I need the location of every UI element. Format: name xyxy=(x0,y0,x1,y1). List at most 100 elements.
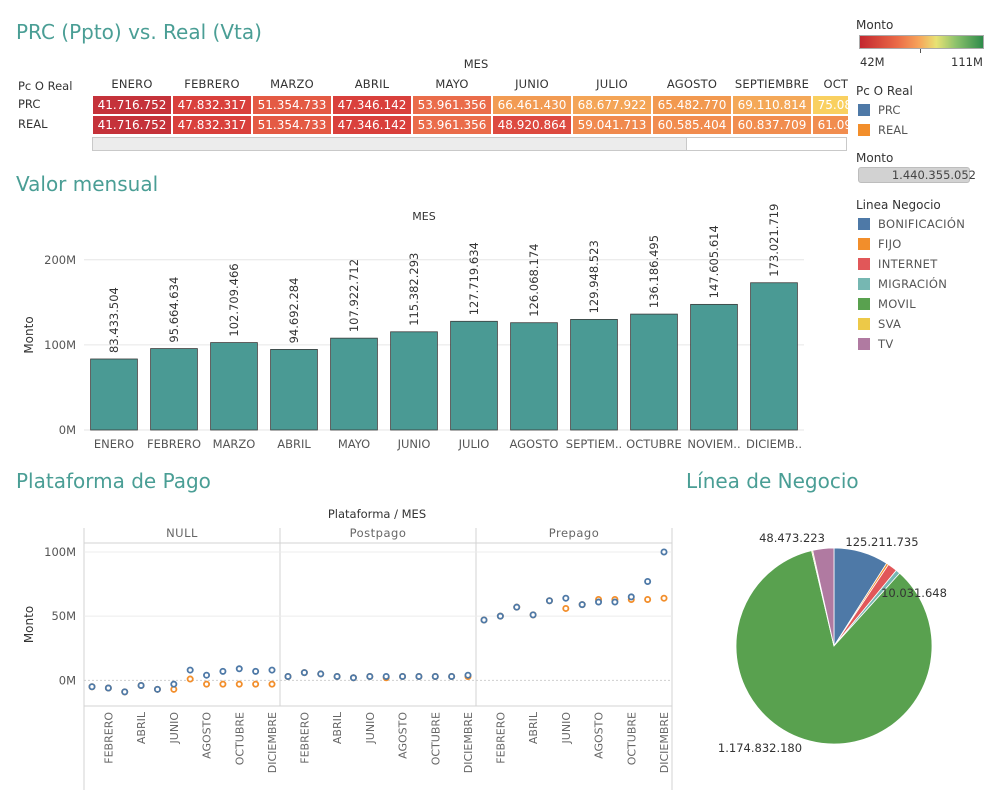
heatmap-cell[interactable]: 60.837.709 xyxy=(732,115,812,135)
heatmap-scrollbar[interactable] xyxy=(92,137,847,151)
heatmap-cell[interactable]: 48.920.864 xyxy=(492,115,572,135)
heatmap-cell[interactable]: 53.961.356 xyxy=(412,115,492,135)
scatter-point[interactable] xyxy=(496,612,504,620)
scatter-point[interactable] xyxy=(268,666,276,674)
heatmap-cell[interactable]: 47.346.142 xyxy=(332,115,412,135)
legend-linea-item[interactable]: SVA xyxy=(858,317,901,331)
scatter-point[interactable] xyxy=(349,674,357,682)
legend-linea-item[interactable]: MOVIL xyxy=(858,297,916,311)
scatter-point[interactable] xyxy=(448,672,456,680)
scatter-point[interactable] xyxy=(578,601,586,609)
scatter-point[interactable] xyxy=(170,680,178,688)
bar[interactable] xyxy=(630,313,678,431)
scatter-point[interactable] xyxy=(186,675,194,683)
scatter-point[interactable] xyxy=(235,680,243,688)
scatter-x-tick: JUNIO xyxy=(364,712,377,745)
scatter-point[interactable] xyxy=(88,683,96,691)
bar[interactable] xyxy=(270,349,318,431)
scatter-point[interactable] xyxy=(480,616,488,624)
scatter-point[interactable] xyxy=(121,688,129,696)
heatmap-mes-header: MES xyxy=(463,57,489,71)
scatter-point[interactable] xyxy=(235,665,243,673)
heatmap-cell[interactable]: 41.716.752 xyxy=(92,95,172,115)
legend-pc-item[interactable]: PRC xyxy=(858,103,900,117)
scatter-x-tick: DICIEMBRE xyxy=(462,712,475,773)
heatmap-cell[interactable]: 69.110.814 xyxy=(732,95,812,115)
scatter-point[interactable] xyxy=(431,672,439,680)
scatter-point[interactable] xyxy=(611,598,619,606)
heatmap-month-header: MAYO xyxy=(435,77,469,91)
heatmap-cell[interactable]: 47.346.142 xyxy=(332,95,412,115)
bar[interactable] xyxy=(750,282,798,431)
scatter-point[interactable] xyxy=(529,611,537,619)
scatter-point[interactable] xyxy=(382,672,390,680)
scatter-point[interactable] xyxy=(660,548,668,556)
bar[interactable] xyxy=(690,303,738,431)
scatter-point[interactable] xyxy=(317,670,325,678)
scatter-point[interactable] xyxy=(203,680,211,688)
scatter-point[interactable] xyxy=(219,680,227,688)
bar-x-tick: OCTUBRE xyxy=(626,437,682,451)
bar[interactable] xyxy=(210,342,258,431)
heatmap-cell[interactable]: 60.585.404 xyxy=(652,115,732,135)
scatter-point[interactable] xyxy=(644,595,652,603)
legend-linea-item[interactable]: BONIFICACIÓN xyxy=(858,217,965,231)
bar[interactable] xyxy=(510,322,558,431)
scatter-point[interactable] xyxy=(268,680,276,688)
scatter-point[interactable] xyxy=(153,685,161,693)
scatter-point[interactable] xyxy=(252,667,260,675)
heatmap-cell[interactable]: 75.082.090 xyxy=(812,95,848,115)
legend-linea-item[interactable]: INTERNET xyxy=(858,257,938,271)
scatter-point[interactable] xyxy=(219,667,227,675)
heatmap-cell[interactable]: 41.716.752 xyxy=(92,115,172,135)
bar[interactable] xyxy=(330,337,378,431)
scatter-top-label: Plataforma / MES xyxy=(328,507,426,521)
heatmap-cell[interactable]: 51.354.733 xyxy=(252,95,332,115)
bar[interactable] xyxy=(90,358,138,431)
heatmap-cell[interactable]: 68.677.922 xyxy=(572,95,652,115)
bar-value-label: 83.433.504 xyxy=(107,287,121,353)
heatmap-scrollbar-thumb[interactable] xyxy=(93,138,687,150)
heatmap-cell[interactable]: 53.961.356 xyxy=(412,95,492,115)
scatter-point[interactable] xyxy=(415,672,423,680)
legend-pc-item[interactable]: REAL xyxy=(858,123,908,137)
scatter-point[interactable] xyxy=(399,672,407,680)
legend-monto-gradient xyxy=(859,35,984,49)
heatmap-cell[interactable]: 51.354.733 xyxy=(252,115,332,135)
bar[interactable] xyxy=(390,331,438,431)
scatter-point[interactable] xyxy=(203,671,211,679)
scatter-point[interactable] xyxy=(284,672,292,680)
heatmap-cell[interactable]: 47.832.317 xyxy=(172,95,252,115)
scatter-point[interactable] xyxy=(300,669,308,677)
scatter-point[interactable] xyxy=(186,666,194,674)
heatmap-cell[interactable]: 66.461.430 xyxy=(492,95,572,115)
scatter-panel-header: Postpago xyxy=(350,526,407,540)
heatmap-cell[interactable]: 61.094.311 xyxy=(812,115,848,135)
legend-linea-item[interactable]: MIGRACIÓN xyxy=(858,277,947,291)
heatmap-cell[interactable]: 65.482.770 xyxy=(652,95,732,115)
heatmap-cell[interactable]: 59.041.713 xyxy=(572,115,652,135)
scatter-point[interactable] xyxy=(545,597,553,605)
scatter-point[interactable] xyxy=(252,680,260,688)
scatter-point[interactable] xyxy=(104,684,112,692)
scatter-point[interactable] xyxy=(660,594,668,602)
scatter-point[interactable] xyxy=(333,672,341,680)
scatter-point[interactable] xyxy=(627,593,635,601)
scatter-point[interactable] xyxy=(513,603,521,611)
heatmap-cell[interactable]: 47.832.317 xyxy=(172,115,252,135)
bar[interactable] xyxy=(570,319,618,431)
scatter-point[interactable] xyxy=(644,578,652,586)
scatter-x-tick: JUNIO xyxy=(560,712,573,745)
legend-linea-item[interactable]: FIJO xyxy=(858,237,902,251)
bar[interactable] xyxy=(150,348,198,431)
legend-monto-max: 111M xyxy=(951,55,983,69)
scatter-point[interactable] xyxy=(137,681,145,689)
scatter-point[interactable] xyxy=(562,594,570,602)
scatter-point[interactable] xyxy=(464,671,472,679)
scatter-point[interactable] xyxy=(595,598,603,606)
title-valor-mensual: Valor mensual xyxy=(16,172,159,196)
legend-linea-item[interactable]: TV xyxy=(858,337,894,351)
scatter-point[interactable] xyxy=(562,604,570,612)
bar[interactable] xyxy=(450,320,498,431)
scatter-point[interactable] xyxy=(366,672,374,680)
